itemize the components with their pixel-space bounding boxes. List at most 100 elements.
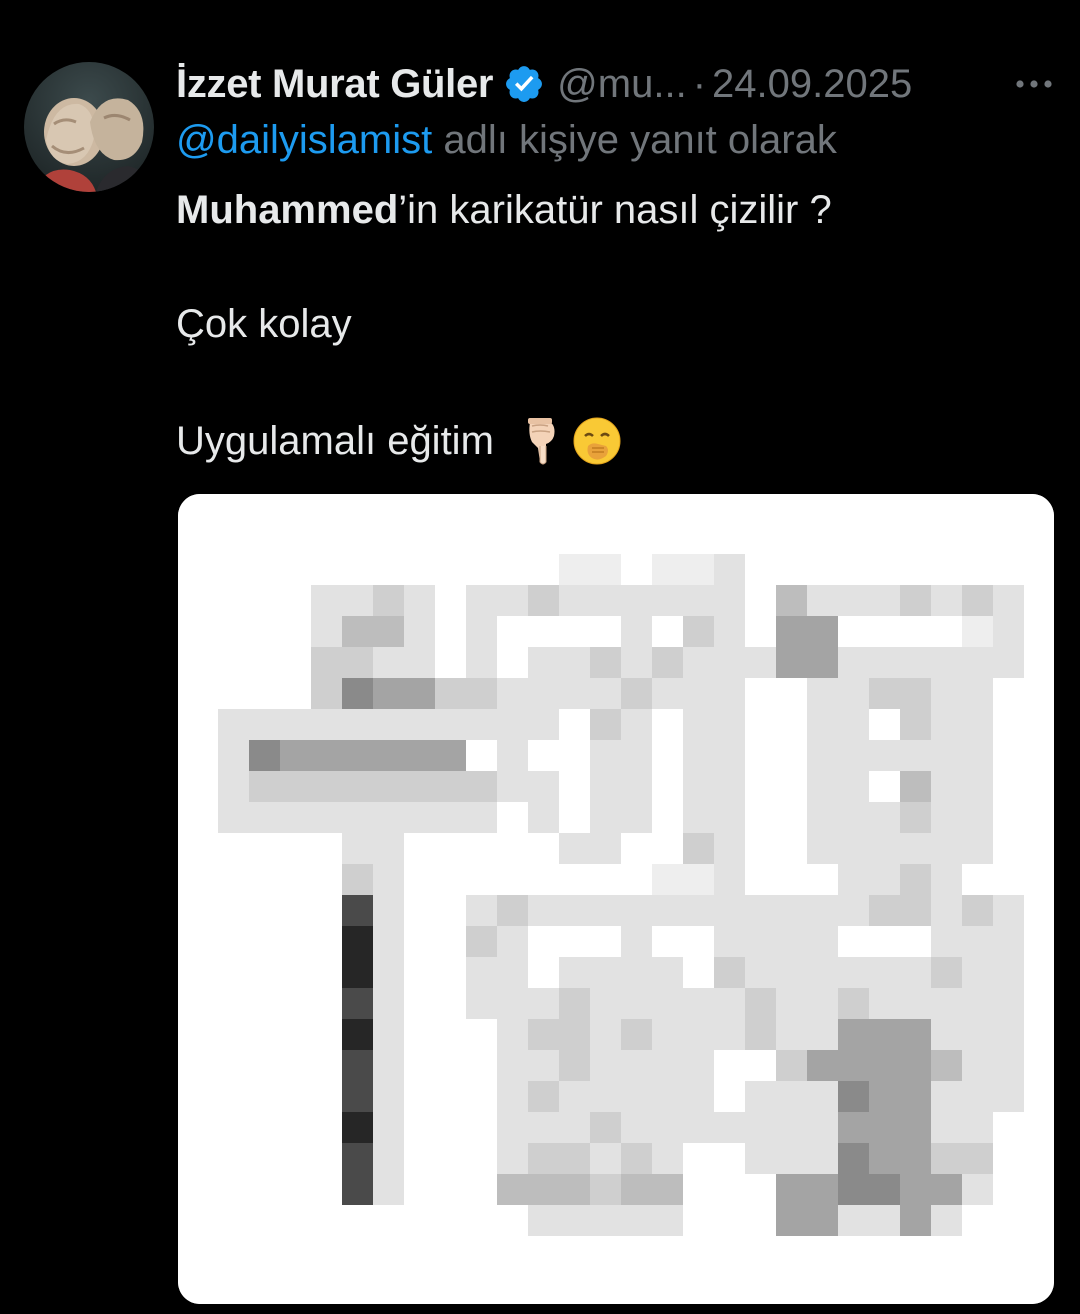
mosaic-cell: [590, 802, 621, 833]
mosaic-cell: [683, 1019, 714, 1050]
mosaic-cell: [745, 1112, 776, 1143]
author-handle[interactable]: @mu...: [557, 62, 687, 107]
mosaic-cell: [962, 740, 993, 771]
mosaic-cell: [962, 802, 993, 833]
mosaic-cell: [311, 616, 342, 647]
mosaic-cell: [311, 709, 342, 740]
mosaic-cell: [373, 802, 404, 833]
tweet[interactable]: İzzet Murat Güler @mu... · 24.09.2025 @d…: [0, 0, 1080, 1314]
mosaic-cell: [776, 1050, 807, 1081]
mosaic-cell: [869, 1019, 900, 1050]
verified-badge-icon: [503, 63, 545, 105]
mosaic-cell: [528, 647, 559, 678]
mosaic-cell: [714, 802, 745, 833]
mosaic-cell: [497, 957, 528, 988]
mosaic-cell: [652, 1143, 683, 1174]
mosaic-cell: [993, 1081, 1024, 1112]
mosaic-cell: [683, 988, 714, 1019]
mosaic-cell: [807, 1019, 838, 1050]
mosaic-cell: [435, 678, 466, 709]
mosaic-cell: [714, 1112, 745, 1143]
mosaic-cell: [807, 678, 838, 709]
mosaic-cell: [466, 926, 497, 957]
mosaic-cell: [497, 926, 528, 957]
mosaic-cell: [838, 988, 869, 1019]
mosaic-cell: [683, 647, 714, 678]
mosaic-cell: [869, 895, 900, 926]
mosaic-cell: [745, 988, 776, 1019]
tweet-media-image[interactable]: [178, 494, 1054, 1304]
mosaic-cell: [900, 1174, 931, 1205]
mosaic-cell: [621, 771, 652, 802]
mosaic-cell: [962, 957, 993, 988]
mosaic-cell: [590, 740, 621, 771]
mosaic-cell: [404, 709, 435, 740]
mosaic-cell: [249, 771, 280, 802]
mosaic-cell: [838, 647, 869, 678]
mosaic-cell: [869, 740, 900, 771]
mosaic-cell: [621, 1205, 652, 1236]
mosaic-cell: [559, 647, 590, 678]
mosaic-cell: [311, 647, 342, 678]
mosaic-cell: [869, 1143, 900, 1174]
mosaic-cell: [931, 802, 962, 833]
mosaic-cell: [497, 1143, 528, 1174]
mosaic-cell: [900, 1205, 931, 1236]
mosaic-cell: [528, 802, 559, 833]
mosaic-cell: [342, 802, 373, 833]
mosaic-cell: [373, 616, 404, 647]
tweet-date[interactable]: 24.09.2025: [712, 62, 912, 107]
reply-to-mention[interactable]: @dailyislamist: [176, 118, 432, 162]
mosaic-cell: [838, 740, 869, 771]
mosaic-cell: [962, 678, 993, 709]
mosaic-cell: [342, 1019, 373, 1050]
mosaic-cell: [900, 988, 931, 1019]
author-name[interactable]: İzzet Murat Güler: [176, 62, 493, 107]
mosaic-cell: [559, 957, 590, 988]
mosaic-cell: [590, 1081, 621, 1112]
mosaic-cell: [993, 1019, 1024, 1050]
mosaic-cell: [249, 802, 280, 833]
mosaic-cell: [342, 1112, 373, 1143]
mosaic-cell: [683, 585, 714, 616]
mosaic-cell: [776, 616, 807, 647]
mosaic-cell: [962, 647, 993, 678]
mosaic-cell: [652, 585, 683, 616]
mosaic-cell: [373, 1143, 404, 1174]
mosaic-cell: [590, 957, 621, 988]
mosaic-cell: [807, 1050, 838, 1081]
tweet-text-line-3: Uygulamalı eğitim: [176, 416, 622, 466]
mosaic-cell: [962, 1050, 993, 1081]
mosaic-cell: [838, 802, 869, 833]
mosaic-cell: [900, 771, 931, 802]
mosaic-cell: [714, 895, 745, 926]
mosaic-cell: [652, 678, 683, 709]
mosaic-cell: [311, 678, 342, 709]
mosaic-cell: [683, 709, 714, 740]
mosaic-cell: [497, 740, 528, 771]
more-options-icon[interactable]: [1014, 72, 1054, 96]
mosaic-cell: [280, 771, 311, 802]
mosaic-cell: [590, 833, 621, 864]
mosaic-cell: [838, 709, 869, 740]
mosaic-cell: [714, 740, 745, 771]
mosaic-cell: [993, 988, 1024, 1019]
avatar[interactable]: [24, 62, 154, 192]
mosaic-cell: [652, 554, 683, 585]
mosaic-cell: [435, 740, 466, 771]
mosaic-cell: [962, 988, 993, 1019]
mosaic-cell: [311, 802, 342, 833]
mosaic-cell: [931, 926, 962, 957]
mosaic-cell: [900, 1112, 931, 1143]
mosaic-cell: [342, 1143, 373, 1174]
mosaic-cell: [931, 1019, 962, 1050]
mosaic-cell: [962, 1081, 993, 1112]
mosaic-cell: [621, 1112, 652, 1143]
mosaic-cell: [280, 740, 311, 771]
mosaic-cell: [807, 988, 838, 1019]
mosaic-cell: [373, 647, 404, 678]
mosaic-cell: [342, 1050, 373, 1081]
mosaic-cell: [559, 1174, 590, 1205]
mosaic-cell: [528, 1174, 559, 1205]
mosaic-cell: [838, 585, 869, 616]
